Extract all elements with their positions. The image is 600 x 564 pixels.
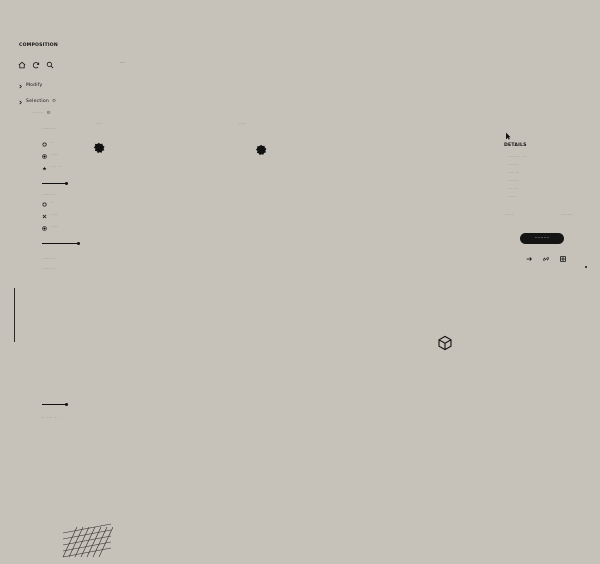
link-icon[interactable] <box>542 255 550 263</box>
gear-icon[interactable]: ⚙ <box>52 100 56 105</box>
refresh-icon[interactable] <box>32 61 40 69</box>
section-b-option-0[interactable]: ·· <box>42 202 54 207</box>
status-dot <box>585 266 587 268</box>
option-label: ·· <box>51 141 55 147</box>
cube-icon[interactable] <box>437 335 453 351</box>
gear-icon <box>42 154 47 159</box>
section-a-slider[interactable] <box>42 182 68 185</box>
cursor-icon <box>505 125 511 144</box>
star-icon <box>42 166 47 171</box>
details-list-item: ·· ··· <box>509 187 519 192</box>
section-b-option-2[interactable]: ···· <box>42 226 58 231</box>
option-label: ···· <box>51 213 58 219</box>
search-icon[interactable] <box>46 61 54 69</box>
primary-button[interactable]: ·········· <box>520 233 564 244</box>
details-list-item: ···· <box>509 195 516 200</box>
tree-item-label: Selection <box>26 99 49 105</box>
primary-button-label: ·········· <box>534 236 550 241</box>
tree-subitem-label: ······· <box>32 111 44 116</box>
circle-icon <box>42 202 47 207</box>
pattern-grid[interactable] <box>61 522 114 560</box>
panel-divider <box>14 288 15 342</box>
details-actions <box>525 255 567 263</box>
section-a-option-2[interactable]: ··· ·· <box>42 166 61 171</box>
section-c-small-text: ·· ··· ·· · <box>42 416 61 421</box>
details-title: DETAILS <box>504 143 527 148</box>
left-panel: COMPOSITION ⋯ Modify Selection ⚙ ·······… <box>0 0 170 558</box>
canvas-shape-1[interactable] <box>93 139 105 154</box>
tree-item-modify[interactable]: Modify <box>18 84 42 89</box>
right-panel: DETAILS ······· ··· ······ ··· ·· ······… <box>495 118 595 288</box>
tree-item-selection[interactable]: Selection ⚙ <box>18 100 56 105</box>
section-c-slider[interactable] <box>42 403 68 406</box>
tree-item-label: Modify <box>26 83 43 89</box>
panel-more[interactable]: ⋯ <box>120 61 125 67</box>
grid-icon[interactable] <box>559 255 567 263</box>
details-list-item: ······· ··· <box>509 155 528 160</box>
arrow-icon[interactable] <box>525 255 533 263</box>
canvas-shape-2[interactable] <box>255 141 267 156</box>
section-a-option-1[interactable]: ···· <box>42 154 58 159</box>
details-left-link[interactable]: ····· <box>505 213 513 219</box>
option-label: ··· ·· <box>51 165 61 171</box>
option-label: ···· <box>51 225 58 231</box>
details-list-item: ······ <box>509 179 519 184</box>
details-list-item: ······ <box>509 163 519 168</box>
canvas-label-left: ···· <box>96 122 103 127</box>
panel-title: COMPOSITION <box>19 43 58 48</box>
chevron-right-icon <box>18 84 23 89</box>
details-list-item: ··· ·· <box>509 171 519 176</box>
section-a-label: ········· <box>42 127 57 132</box>
tree-subitem[interactable]: ······· ⚙ <box>32 111 51 117</box>
section-b-label: ········· <box>42 193 57 198</box>
section-c-label: ········· <box>42 257 57 262</box>
section-b-option-1[interactable]: ···· <box>42 214 58 219</box>
section-d-label: ········· <box>42 267 57 272</box>
details-right-link[interactable]: ······· <box>561 213 573 219</box>
option-label: ···· <box>51 153 58 159</box>
gear-icon[interactable]: ⚙ <box>47 111 51 117</box>
app-root: COMPOSITION ⋯ Modify Selection ⚙ ·······… <box>0 0 600 558</box>
section-b-slider[interactable] <box>42 242 80 245</box>
x-icon <box>42 214 47 219</box>
section-a-option-0[interactable]: ·· <box>42 142 54 147</box>
gear-icon <box>42 226 47 231</box>
home-icon[interactable] <box>18 61 26 69</box>
panel-toolbar <box>18 61 54 69</box>
canvas-label-mid: ···· <box>239 122 246 127</box>
option-label: ·· <box>51 201 55 207</box>
chevron-right-icon <box>18 100 23 105</box>
circle-icon <box>42 142 47 147</box>
